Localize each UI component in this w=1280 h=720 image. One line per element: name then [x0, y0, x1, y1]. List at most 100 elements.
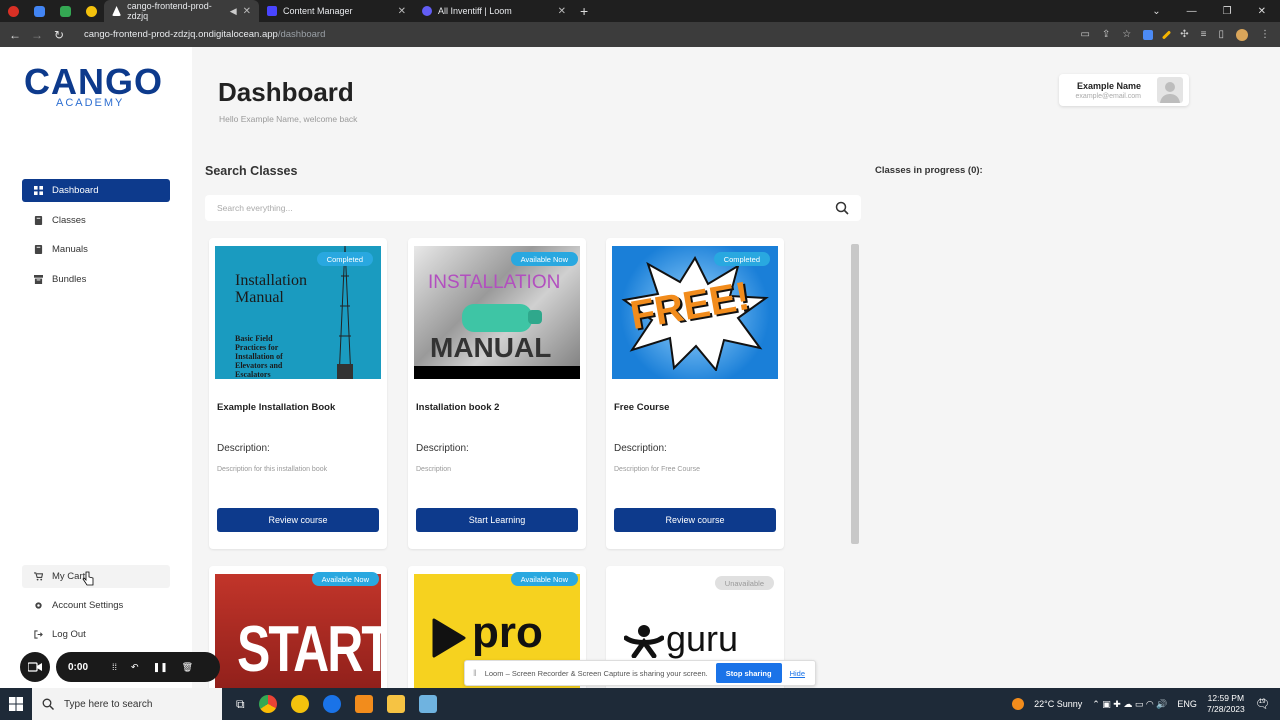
- start-button[interactable]: [0, 697, 32, 711]
- pinned-tab-3[interactable]: [52, 0, 78, 22]
- review-course-button[interactable]: Review course: [217, 508, 379, 532]
- extension-icon[interactable]: [1143, 29, 1154, 40]
- pen-extension-icon[interactable]: [1162, 29, 1172, 40]
- side-panel-icon[interactable]: ▯: [1218, 29, 1224, 40]
- start-learning-button[interactable]: Start Learning: [416, 508, 578, 532]
- taskbar-search[interactable]: Type here to search: [32, 688, 222, 720]
- tray-icons[interactable]: ⌃ ▣ ✚ ☁ ▭ ◠ 🔊: [1092, 699, 1167, 710]
- loom-recorder-controls: 0:00 ⁞⁞ ↶ ❚❚ 🗑: [20, 652, 220, 682]
- tab-loom[interactable]: All Inventiff | Loom ✕: [414, 0, 574, 22]
- file-explorer-icon[interactable]: [386, 695, 405, 713]
- sidebar-item-label: Manuals: [52, 244, 88, 255]
- weather-text[interactable]: 22°C Sunny: [1034, 699, 1082, 709]
- undo-icon[interactable]: ↶: [131, 662, 139, 673]
- sublime-icon[interactable]: [354, 695, 373, 713]
- description-text: Description: [416, 466, 452, 473]
- restore-icon[interactable]: ❐: [1223, 6, 1232, 17]
- sidebar-item-account-settings[interactable]: Account Settings: [22, 594, 170, 617]
- weather-sun-icon: [1012, 698, 1025, 710]
- cango-logo[interactable]: CANGO ACADEMY: [24, 64, 174, 115]
- thumb-sub-line: Practices for: [235, 343, 279, 352]
- search-icon[interactable]: [835, 201, 849, 215]
- sidebar-item-log-out[interactable]: Log Out: [22, 623, 170, 646]
- new-tab-icon[interactable]: +: [580, 3, 588, 19]
- drag-grip-icon[interactable]: ‖: [473, 668, 477, 678]
- sidebar-item-my-cart[interactable]: My Cart: [22, 565, 170, 588]
- forward-icon[interactable]: →: [26, 28, 48, 42]
- course-card: START Available Now: [209, 566, 387, 688]
- menu-kebab-icon[interactable]: ⋮: [1260, 29, 1270, 40]
- strapi-favicon-icon: [267, 6, 277, 16]
- review-course-button[interactable]: Review course: [614, 508, 776, 532]
- share-icon[interactable]: ⇪: [1102, 29, 1110, 40]
- drag-handle-icon[interactable]: ⁞⁞: [112, 662, 117, 672]
- thumb-title-line: Manual: [235, 289, 284, 306]
- sidebar-nav: Dashboard Classes Manuals Bundles: [22, 179, 170, 297]
- description-label: Description:: [614, 443, 667, 454]
- smiley-icon: [85, 5, 97, 17]
- description-label: Description:: [416, 443, 469, 454]
- sidebar-item-label: Classes: [52, 214, 86, 226]
- trash-icon[interactable]: 🗑: [182, 662, 193, 673]
- sidebar-item-label: Bundles: [52, 273, 87, 285]
- stop-sharing-button[interactable]: Stop sharing: [715, 663, 782, 683]
- url-field[interactable]: cango-frontend-prod-zdzjq.ondigitalocean…: [84, 29, 325, 40]
- close-icon[interactable]: ✕: [558, 6, 566, 17]
- profile-avatar-icon[interactable]: [1236, 28, 1248, 41]
- search-classes-title: Search Classes: [205, 164, 298, 178]
- tab-content-manager[interactable]: Content Manager ✕: [259, 0, 414, 22]
- puzzle-icon[interactable]: ✣: [1180, 29, 1188, 40]
- task-view-icon[interactable]: ⧉: [236, 697, 245, 712]
- pause-icon[interactable]: ❚❚: [153, 662, 168, 673]
- language-indicator[interactable]: ENG: [1177, 699, 1197, 709]
- description-text: Description for this installation book: [217, 466, 328, 473]
- thumb-sub-line: Escalators: [235, 370, 271, 379]
- close-window-icon[interactable]: ✕: [1258, 6, 1266, 17]
- windows-logo-icon: [9, 697, 23, 711]
- reading-list-icon[interactable]: ≡: [1201, 29, 1207, 40]
- url-path: /dashboard: [277, 29, 326, 40]
- cards-scrollbar-thumb[interactable]: [851, 244, 859, 544]
- status-badge: Completed: [316, 252, 373, 266]
- sidebar-item-classes[interactable]: Classes: [22, 209, 170, 232]
- pinned-tab-4[interactable]: [78, 0, 104, 22]
- course-card: INSTALLATION MANUAL Available Now Instal…: [408, 238, 586, 549]
- thumb-sub-line: Installation of: [235, 352, 283, 361]
- search-input[interactable]: [217, 203, 835, 213]
- pinned-tab-1[interactable]: [0, 0, 26, 22]
- speaker-icon[interactable]: ◀: [230, 6, 237, 17]
- sidebar-item-dashboard[interactable]: Dashboard: [22, 179, 170, 202]
- minimize-icon[interactable]: —: [1187, 6, 1197, 17]
- tab-cango[interactable]: cango-frontend-prod-zdzjq ◀ ✕: [104, 0, 259, 22]
- guru-person-icon: [624, 625, 664, 658]
- profile-card[interactable]: Example Name example@email.com: [1059, 74, 1189, 106]
- page-title: Dashboard: [218, 77, 354, 107]
- chrome-icon[interactable]: [258, 695, 277, 713]
- course-title[interactable]: Example Installation Book: [217, 402, 335, 413]
- hide-link[interactable]: Hide: [790, 669, 805, 678]
- pinned-tab-2[interactable]: [26, 0, 52, 22]
- course-title[interactable]: Installation book 2: [416, 402, 499, 413]
- edge-icon[interactable]: [322, 695, 341, 713]
- chevron-down-icon[interactable]: ⌄: [1152, 6, 1160, 17]
- toolbar-icons: ▭ ⇪ ☆ ✣ ≡ ▯ ⋮: [1080, 28, 1280, 41]
- sidebar-item-bundles[interactable]: Bundles: [22, 268, 170, 291]
- sidebar-item-manuals[interactable]: Manuals: [22, 238, 170, 261]
- course-title[interactable]: Free Course: [614, 402, 669, 413]
- thumb-title-line: INSTALLATION: [428, 272, 561, 293]
- classes-in-progress-title: Classes in progress (0):: [875, 165, 983, 176]
- bookmark-star-icon[interactable]: ☆: [1122, 29, 1131, 40]
- course-thumbnail[interactable]: START: [215, 574, 381, 688]
- app-icon[interactable]: [418, 695, 437, 713]
- loom-camera-button[interactable]: [20, 652, 50, 682]
- back-icon[interactable]: ←: [4, 28, 26, 42]
- close-icon[interactable]: ✕: [398, 6, 406, 17]
- clock[interactable]: 12:59 PM 7/28/2023: [1207, 693, 1245, 715]
- install-app-icon[interactable]: ▭: [1080, 29, 1089, 40]
- reload-icon[interactable]: ↻: [48, 28, 70, 42]
- record-icon: [7, 5, 19, 17]
- profile-email: example@email.com: [1075, 92, 1141, 100]
- smiley-app-icon[interactable]: [290, 695, 309, 713]
- close-icon[interactable]: ✕: [243, 6, 251, 17]
- notification-icon[interactable]: 🗨 19: [1255, 697, 1270, 711]
